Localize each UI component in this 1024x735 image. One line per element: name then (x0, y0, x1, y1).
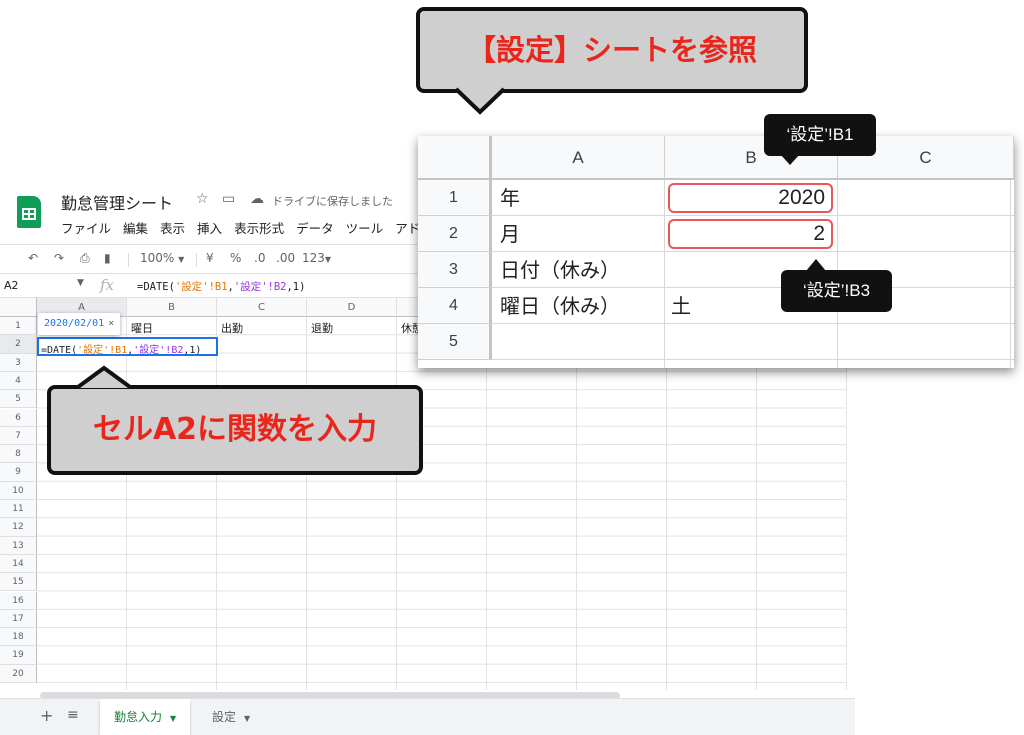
row-header-10[interactable]: 10 (0, 481, 37, 500)
print-icon[interactable]: ⎙ (80, 251, 90, 266)
toolbar-divider (128, 253, 129, 267)
menu-addons[interactable]: アド (395, 218, 420, 237)
sheets-logo-icon[interactable] (17, 196, 41, 228)
row-header-3[interactable]: 3 (0, 353, 37, 372)
cloud-saved-icon: ☁ (250, 191, 264, 207)
increase-decimals-button[interactable]: .00 (276, 251, 295, 265)
row-header-12[interactable]: 12 (0, 518, 37, 537)
toolbar-divider (196, 253, 197, 267)
zoom-row-5: 5 (418, 324, 492, 360)
row-header-17[interactable]: 17 (0, 609, 37, 629)
menu-format[interactable]: 表示形式 (234, 218, 284, 237)
cell-c1[interactable]: 出勤 (221, 320, 243, 336)
menu-tools[interactable]: ツール (346, 218, 384, 237)
chevron-down-icon: ▼ (324, 255, 332, 264)
chevron-down-icon: ▼ (170, 714, 177, 723)
menubar: ファイル 編集 表示 挿入 表示形式 データ ツール アド (61, 218, 420, 237)
select-all-corner[interactable] (0, 298, 37, 317)
tag-b3-tail (806, 259, 826, 271)
chevron-down-icon: ▼ (178, 255, 185, 264)
row-header-7[interactable]: 7 (0, 426, 37, 446)
menu-view[interactable]: 表示 (160, 218, 185, 237)
all-sheets-icon[interactable]: ≡ (67, 707, 79, 723)
row-header-5[interactable]: 5 (0, 390, 37, 409)
cell-d1[interactable]: 退勤 (311, 320, 333, 336)
column-header-d[interactable]: D (307, 298, 397, 317)
zoom-cell-b1-highlight: 2020 (668, 183, 833, 213)
decrease-decimals-button[interactable]: .0 (254, 251, 265, 265)
row-header-11[interactable]: 11 (0, 500, 37, 519)
formula-result-hint: 2020/02/01 × (38, 313, 121, 335)
move-folder-icon[interactable]: ▭ (222, 191, 235, 207)
star-icon[interactable]: ☆ (196, 191, 209, 207)
menu-insert[interactable]: 挿入 (197, 218, 222, 237)
row-header-2[interactable]: 2 (0, 335, 37, 354)
row-header-9[interactable]: 9 (0, 463, 37, 482)
menu-data[interactable]: データ (296, 218, 334, 237)
row-header-16[interactable]: 16 (0, 591, 37, 610)
row-header-19[interactable]: 19 (0, 646, 37, 665)
zoom-cell-b4: 土 (671, 294, 691, 318)
row-header-13[interactable]: 13 (0, 536, 37, 555)
zoom-column-a: A (492, 136, 665, 180)
add-sheet-icon[interactable]: + (40, 706, 53, 725)
callout-enter-function: セルA2に関数を入力 (47, 385, 423, 475)
menu-file[interactable]: ファイル (61, 218, 111, 237)
zoom-cell-a2: 月 (500, 222, 520, 246)
row-header-20[interactable]: 20 (0, 664, 37, 683)
zoom-cell-b2-highlight: 2 (668, 219, 833, 249)
zoom-corner (418, 136, 492, 180)
zoom-row-1: 1 (418, 180, 492, 216)
close-icon[interactable]: × (108, 318, 114, 329)
tag-settings-b3: ‘設定’!B3 (781, 270, 892, 312)
row-header-1[interactable]: 1 (0, 317, 37, 336)
document-title[interactable]: 勤怠管理シート (61, 190, 173, 214)
row-header-14[interactable]: 14 (0, 554, 37, 574)
zoom-row-2: 2 (418, 216, 492, 252)
active-cell-a2[interactable]: =DATE('設定'!B1,'設定'!B2,1) (37, 337, 218, 356)
callout-bottom-tail (76, 365, 132, 389)
formula-input[interactable]: =DATE('設定'!B1,'設定'!B2,1) (137, 279, 305, 294)
row-header-6[interactable]: 6 (0, 408, 37, 427)
row-header-8[interactable]: 8 (0, 445, 37, 464)
tag-b1-tail (780, 154, 800, 165)
name-box[interactable]: A2 (4, 279, 19, 292)
cell-gridlines (37, 317, 847, 690)
chevron-down-icon: ▼ (244, 714, 251, 723)
undo-icon[interactable]: ↶ (28, 251, 38, 265)
zoom-select[interactable]: 100% ▼ (140, 251, 184, 265)
chevron-down-icon[interactable]: ▼ (77, 278, 84, 288)
zoom-cell-a4: 曜日（休み） (500, 294, 620, 318)
zoom-row-4: 4 (418, 288, 492, 324)
more-formats-button[interactable]: 123▼ (302, 251, 331, 265)
sheet-tab-bar: + ≡ 勤怠入力 ▼ 設定 ▼ (0, 698, 855, 735)
column-header-c[interactable]: C (217, 298, 307, 317)
tag-settings-b1: ‘設定’!B1 (764, 114, 876, 156)
row-header-4[interactable]: 4 (0, 371, 37, 391)
column-header-b[interactable]: B (127, 298, 217, 317)
row-header-18[interactable]: 18 (0, 628, 37, 647)
tab-settings[interactable]: 設定 ▼ (198, 699, 264, 735)
callout-reference-settings: 【設定】シートを参照 (416, 7, 808, 93)
paint-format-icon[interactable]: ▮ (104, 251, 111, 265)
row-header-15[interactable]: 15 (0, 573, 37, 592)
callout-top-tail (454, 87, 506, 115)
percent-button[interactable]: % (230, 251, 241, 265)
cell-b1[interactable]: 曜日 (131, 320, 153, 336)
zoom-cell-a1: 年 (500, 186, 520, 210)
redo-icon[interactable]: ↷ (54, 251, 64, 265)
tab-attendance-input[interactable]: 勤怠入力 ▼ (100, 699, 191, 735)
menu-edit[interactable]: 編集 (123, 218, 148, 237)
zoom-row-3: 3 (418, 252, 492, 288)
settings-sheet-zoom: A B C 1 2 3 4 5 年 月 日付（休み） 曜日（休み） 2020 2… (418, 136, 1014, 368)
fx-icon: fx (100, 276, 115, 294)
currency-button[interactable]: ¥ (206, 251, 214, 265)
zoom-cell-a3: 日付（休み） (500, 258, 620, 282)
save-status[interactable]: ドライブに保存しました (272, 193, 393, 209)
